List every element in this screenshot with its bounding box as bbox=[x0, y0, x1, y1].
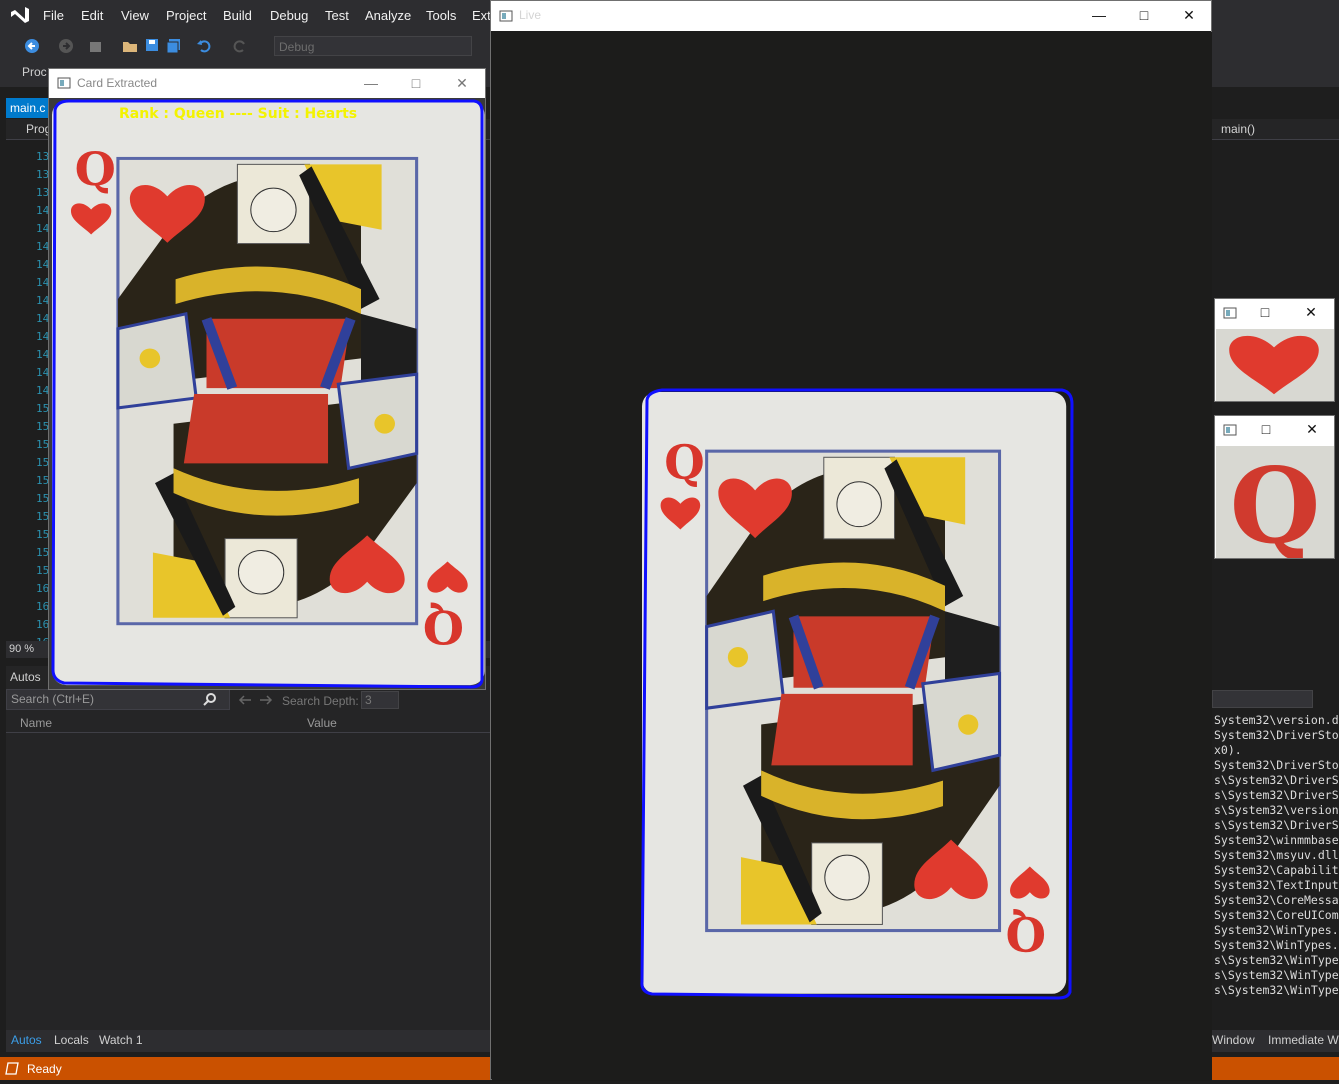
output-line: System32\version.d bbox=[1214, 713, 1339, 727]
live-window-title: Live bbox=[519, 8, 542, 22]
menu-build[interactable]: Build bbox=[223, 8, 252, 23]
close-button[interactable]: ✕ bbox=[1301, 302, 1321, 322]
tab-watch-1[interactable]: Watch 1 bbox=[99, 1033, 143, 1047]
column-header-divider bbox=[6, 732, 490, 733]
output-line: System32\winmmbase bbox=[1214, 833, 1339, 847]
rank-titlebar: □ ✕ bbox=[1215, 416, 1334, 444]
output-line: s\System32\DriverS bbox=[1214, 773, 1339, 787]
menu-test[interactable]: Test bbox=[325, 8, 349, 23]
maximize-button[interactable]: □ bbox=[1255, 302, 1275, 322]
extracted-card bbox=[52, 101, 485, 685]
menu-analyze[interactable]: Analyze bbox=[365, 8, 411, 23]
suit-titlebar: □ ✕ bbox=[1215, 299, 1334, 327]
output-line: System32\WinTypes. bbox=[1214, 923, 1339, 937]
menu-file[interactable]: File bbox=[43, 8, 64, 23]
ready-icon bbox=[5, 1062, 19, 1075]
autos-panel bbox=[6, 666, 490, 1032]
output-line: System32\DriverSto bbox=[1214, 728, 1339, 742]
maximize-button[interactable]: □ bbox=[406, 73, 426, 93]
redo-icon[interactable] bbox=[232, 38, 248, 54]
search-icon[interactable] bbox=[203, 692, 217, 706]
search-back-icon[interactable] bbox=[238, 694, 252, 706]
forward-icon[interactable] bbox=[58, 38, 74, 54]
output-line: System32\WinTypes. bbox=[1214, 938, 1339, 952]
output-line: System32\DriverSto bbox=[1214, 758, 1339, 772]
minimize-button[interactable]: — bbox=[1089, 5, 1109, 25]
menu-view[interactable]: View bbox=[121, 8, 149, 23]
autos-search-input[interactable]: Search (Ctrl+E) bbox=[6, 689, 230, 710]
tab-immediate-window[interactable]: Immediate W bbox=[1268, 1033, 1339, 1047]
status-text: Ready bbox=[27, 1062, 62, 1076]
open-file-icon[interactable] bbox=[122, 38, 138, 54]
live-titlebar: Live — □ ✕ bbox=[491, 1, 1211, 31]
menu-tools[interactable]: Tools bbox=[426, 8, 456, 23]
tab-autos[interactable]: Autos bbox=[11, 1033, 42, 1047]
minimize-button[interactable]: — bbox=[361, 73, 381, 93]
menu-project[interactable]: Project bbox=[166, 8, 206, 23]
autos-title: Autos bbox=[10, 670, 41, 684]
live-feed-image bbox=[492, 32, 1074, 1000]
maximize-button[interactable]: □ bbox=[1134, 5, 1154, 25]
output-line: s\System32\DriverS bbox=[1214, 788, 1339, 802]
output-line: s\System32\WinType bbox=[1214, 953, 1339, 967]
process-label: Proc bbox=[22, 65, 47, 79]
visual-studio-logo-icon bbox=[11, 7, 29, 23]
back-icon[interactable] bbox=[24, 38, 40, 54]
output-line: System32\TextInput bbox=[1214, 878, 1339, 892]
suit-window: □ ✕ bbox=[1214, 298, 1335, 402]
member-navigation: main() bbox=[1212, 119, 1339, 139]
window-app-icon bbox=[1223, 307, 1237, 319]
search-depth-select[interactable]: 3 bbox=[361, 691, 399, 709]
extracted-card-view: Rank : Queen ---- Suit : Hearts bbox=[49, 98, 485, 689]
maximize-button[interactable]: □ bbox=[1256, 419, 1276, 439]
output-line: System32\msyuv.dll bbox=[1214, 848, 1339, 862]
live-camera-feed bbox=[492, 32, 1212, 1081]
output-line: s\System32\WinType bbox=[1214, 983, 1339, 997]
new-project-icon[interactable] bbox=[88, 38, 104, 54]
window-app-icon bbox=[1223, 424, 1237, 436]
solution-configuration-select[interactable]: Debug bbox=[274, 36, 472, 56]
output-line: s\System32\DriverS bbox=[1214, 818, 1339, 832]
output-line: System32\Capabilit bbox=[1214, 863, 1339, 877]
output-line: System32\CoreMessa bbox=[1214, 893, 1339, 907]
card-extracted-titlebar: Card Extracted — □ ✕ bbox=[49, 69, 485, 99]
column-value: Value bbox=[307, 716, 337, 730]
close-button[interactable]: ✕ bbox=[1302, 419, 1322, 439]
column-name: Name bbox=[20, 716, 53, 730]
search-depth-label: Search Depth: bbox=[282, 694, 359, 708]
undo-icon[interactable] bbox=[196, 38, 212, 54]
card-extracted-title: Card Extracted bbox=[77, 76, 158, 90]
menu-edit[interactable]: Edit bbox=[81, 8, 103, 23]
tab-window[interactable]: Window bbox=[1212, 1033, 1255, 1047]
card-classification-label: Rank : Queen ---- Suit : Hearts bbox=[119, 106, 358, 122]
document-tab-main[interactable]: main.c bbox=[6, 98, 50, 118]
window-app-icon bbox=[57, 77, 71, 89]
output-line: s\System32\version bbox=[1214, 803, 1339, 817]
output-line: x0). bbox=[1214, 743, 1242, 757]
rank-q-glyph: Q bbox=[1230, 446, 1321, 558]
member-dropdown[interactable]: main() bbox=[1221, 122, 1255, 136]
close-button[interactable]: ✕ bbox=[452, 73, 472, 93]
rank-window: □ ✕ Q bbox=[1214, 415, 1335, 559]
suit-heart-image bbox=[1216, 329, 1334, 401]
search-forward-icon[interactable] bbox=[259, 694, 273, 706]
output-line: System32\CoreUICom bbox=[1214, 908, 1339, 922]
rank-q-image: Q bbox=[1216, 446, 1334, 558]
extracted-card-image bbox=[49, 98, 485, 689]
card-extracted-window: Card Extracted — □ ✕ Rank : Queen ---- S… bbox=[48, 68, 486, 690]
output-source-select[interactable] bbox=[1212, 690, 1313, 708]
save-icon[interactable] bbox=[145, 38, 159, 52]
live-window: Live — □ ✕ bbox=[490, 0, 1212, 1081]
live-card bbox=[642, 392, 1066, 994]
close-button[interactable]: ✕ bbox=[1179, 5, 1199, 25]
menu-extensions[interactable]: Ext bbox=[472, 8, 491, 23]
output-line: s\System32\WinTypes. bbox=[1214, 968, 1339, 982]
tab-locals[interactable]: Locals bbox=[54, 1033, 89, 1047]
window-app-icon bbox=[499, 10, 513, 22]
save-all-icon[interactable] bbox=[166, 38, 182, 54]
menu-debug[interactable]: Debug bbox=[270, 8, 308, 23]
